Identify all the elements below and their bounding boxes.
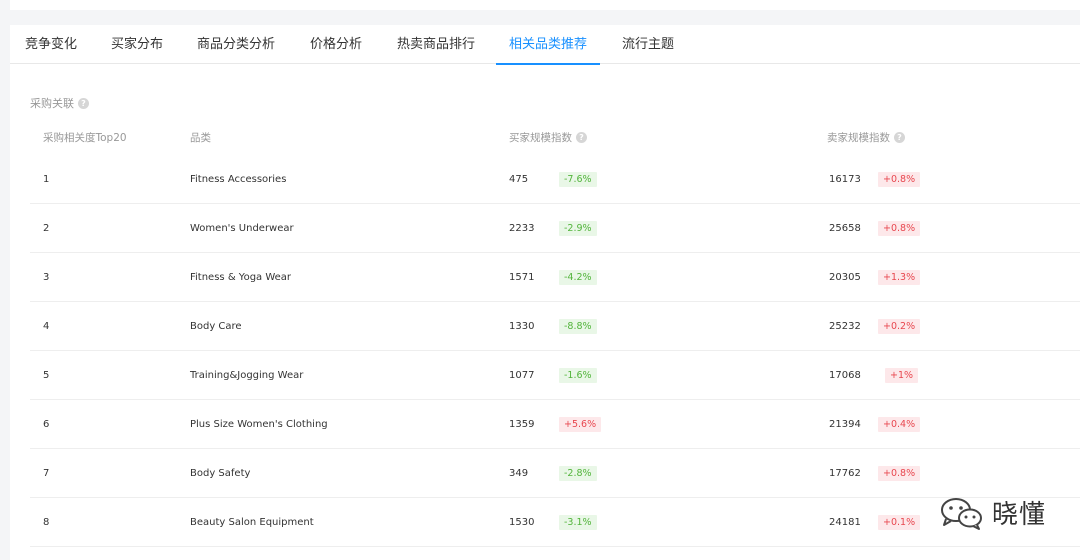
table-row: 6 Plus Size Women's Clothing 1359 +5.6% …: [30, 400, 1080, 449]
table-row: 8 Beauty Salon Equipment 1530 -3.1% 2418…: [30, 498, 1080, 547]
content-panel: 竞争变化 买家分布 商品分类分析 价格分析 热卖商品排行 相关品类推荐 流行主题…: [10, 25, 1080, 560]
buyer-change-badge: -1.6%: [559, 368, 597, 383]
table-row: 2 Women's Underwear 2233 -2.9% 25658 +0.…: [30, 204, 1080, 253]
question-circle-icon[interactable]: ?: [78, 97, 89, 109]
category-cell: Plus Size Women's Clothing: [190, 419, 328, 430]
buyer-change-badge: -8.8%: [559, 319, 597, 334]
category-cell: Body Care: [190, 321, 242, 332]
rank-cell: 2: [43, 223, 50, 234]
column-header-rank: 采购相关度Top20: [43, 131, 127, 144]
column-header-seller-index: 卖家规模指数 ?: [827, 126, 905, 148]
tab-hot-products[interactable]: 热卖商品排行: [395, 25, 477, 64]
seller-index-cell: 21394: [829, 419, 861, 430]
category-cell: Fitness Accessories: [190, 174, 287, 185]
top-bar: [10, 0, 1080, 10]
tab-competition-change[interactable]: 竞争变化: [23, 25, 79, 64]
category-cell: Fitness & Yoga Wear: [190, 272, 292, 283]
buyer-index-cell: 1359: [509, 419, 535, 430]
table-row: 5 Training&Jogging Wear 1077 -1.6% 17068…: [30, 351, 1080, 400]
tab-price-analysis[interactable]: 价格分析: [308, 25, 364, 64]
question-circle-icon[interactable]: ?: [576, 131, 587, 143]
buyer-index-cell: 1330: [509, 321, 535, 332]
buyer-index-cell: 1077: [509, 370, 535, 381]
rank-cell: 4: [43, 321, 50, 332]
table-row: 1 Fitness Accessories 475 -7.6% 16173 +0…: [30, 155, 1080, 204]
table-body: 1 Fitness Accessories 475 -7.6% 16173 +0…: [30, 155, 1080, 547]
rank-cell: 8: [43, 517, 50, 528]
buyer-change-badge: -4.2%: [559, 270, 597, 285]
seller-index-cell: 17068: [829, 370, 861, 381]
seller-index-cell: 24181: [829, 517, 861, 528]
seller-change-badge: +0.1%: [878, 515, 921, 530]
seller-change-badge: +0.8%: [878, 172, 921, 187]
rank-cell: 6: [43, 419, 50, 430]
buyer-change-badge: -3.1%: [559, 515, 597, 530]
tab-category-analysis[interactable]: 商品分类分析: [195, 25, 277, 64]
seller-index-cell: 20305: [829, 272, 861, 283]
buyer-index-cell: 2233: [509, 223, 535, 234]
rank-cell: 3: [43, 272, 50, 283]
table-row: 3 Fitness & Yoga Wear 1571 -4.2% 20305 +…: [30, 253, 1080, 302]
seller-change-badge: +0.8%: [878, 466, 921, 481]
table-header: 采购相关度Top20 品类 买家规模指数 ? 卖家规模指数 ?: [30, 126, 1080, 148]
section-title-label: 采购关联: [30, 97, 74, 110]
buyer-index-cell: 475: [509, 174, 529, 185]
seller-index-cell: 25658: [829, 223, 861, 234]
watermark-text: 晓懂: [992, 500, 1047, 530]
seller-change-badge: +0.2%: [878, 319, 921, 334]
category-cell: Women's Underwear: [190, 223, 294, 234]
seller-change-badge: +0.4%: [878, 417, 921, 432]
buyer-index-cell: 349: [509, 468, 529, 479]
column-header-category: 品类: [190, 131, 211, 144]
rank-cell: 1: [43, 174, 50, 185]
table-row: 4 Body Care 1330 -8.8% 25232 +0.2%: [30, 302, 1080, 351]
tab-bar: 竞争变化 买家分布 商品分类分析 价格分析 热卖商品排行 相关品类推荐 流行主题: [10, 25, 1080, 65]
buyer-change-badge: -2.9%: [559, 221, 597, 236]
watermark: 晓懂: [938, 494, 1046, 531]
category-cell: Training&Jogging Wear: [190, 370, 304, 381]
category-cell: Body Safety: [190, 468, 251, 479]
wechat-logo-icon: [941, 497, 982, 530]
rank-cell: 7: [43, 468, 50, 479]
buyer-index-cell: 1571: [509, 272, 535, 283]
buyer-change-badge: -7.6%: [559, 172, 597, 187]
seller-index-cell: 25232: [829, 321, 861, 332]
seller-change-badge: +0.8%: [878, 221, 921, 236]
column-header-buyer-index: 买家规模指数 ?: [509, 126, 587, 148]
buyer-index-cell: 1530: [509, 517, 535, 528]
buyer-change-badge: +5.6%: [559, 417, 602, 432]
tab-buyer-distribution[interactable]: 买家分布: [109, 25, 165, 64]
seller-index-cell: 17762: [829, 468, 861, 479]
buyer-change-badge: -2.8%: [559, 466, 597, 481]
tab-trending-themes[interactable]: 流行主题: [620, 25, 676, 64]
seller-change-badge: +1%: [885, 368, 919, 383]
category-cell: Beauty Salon Equipment: [190, 517, 314, 528]
seller-change-badge: +1.3%: [878, 270, 921, 285]
table-row: 7 Body Safety 349 -2.8% 17762 +0.8%: [30, 449, 1080, 498]
seller-index-cell: 16173: [829, 174, 861, 185]
rank-cell: 5: [43, 370, 50, 381]
section-title: 采购关联 ?: [30, 95, 89, 111]
tab-related-categories[interactable]: 相关品类推荐: [496, 25, 600, 65]
question-circle-icon[interactable]: ?: [894, 131, 905, 143]
